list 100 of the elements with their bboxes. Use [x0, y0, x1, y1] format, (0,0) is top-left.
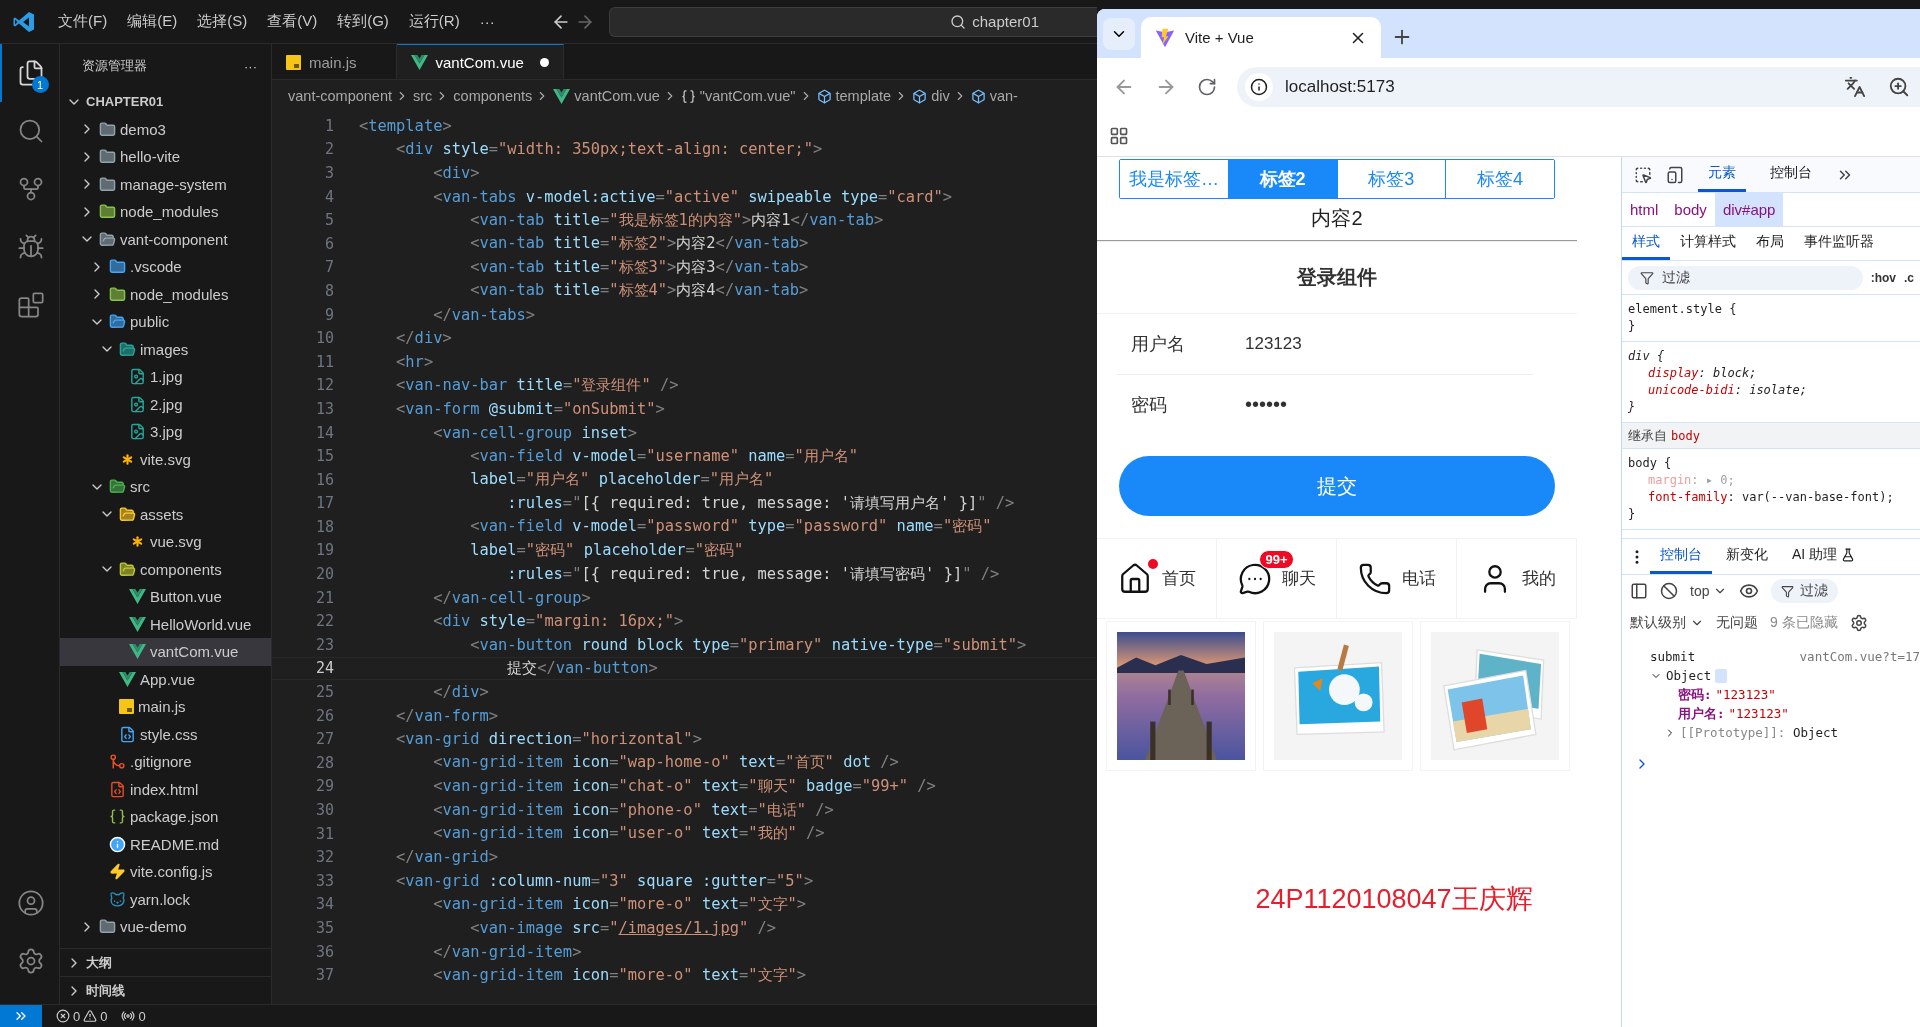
object-node[interactable]: Object [1650, 666, 1920, 685]
breadcrumb-item[interactable]: src [395, 88, 433, 104]
breadcrumb-item[interactable]: vantCom.vue [535, 88, 660, 104]
drawer-tab[interactable]: AI 助理 [1782, 539, 1866, 574]
translate-icon[interactable] [1844, 75, 1866, 98]
breadcrumb-item[interactable]: "vantCom.vue" [662, 88, 796, 104]
file-tree-item[interactable]: vite.config.js [60, 858, 271, 886]
file-tree-item[interactable]: vantCom.vue [60, 638, 271, 666]
file-tree-item[interactable]: App.vue [60, 665, 271, 693]
file-tree-item[interactable]: index.html [60, 775, 271, 803]
hover-state-button[interactable]: :hov [1870, 270, 1896, 285]
eye-icon[interactable] [1739, 581, 1760, 601]
password-field[interactable]: •••••• [1243, 392, 1519, 417]
breadcrumb-item[interactable]: vant-component [288, 88, 392, 104]
log-level-select[interactable]: 默认级别 [1630, 614, 1704, 632]
file-tree-item[interactable]: components [60, 555, 271, 583]
file-tree-item[interactable]: manage-system [60, 170, 271, 198]
code-line: <template> [359, 116, 452, 135]
line-number: 27 [314, 730, 334, 749]
tab[interactable]: 我是标签… [1120, 160, 1229, 198]
remote-button[interactable] [0, 1005, 42, 1027]
grid-item[interactable]: 99+ 聊天 [1217, 539, 1337, 619]
dom-breadcrumb[interactable]: div#app [1714, 193, 1784, 226]
menu-item[interactable]: 编辑(E) [119, 8, 186, 35]
file-tree-item[interactable]: .vscode [60, 253, 271, 281]
console-filter-field[interactable]: 过滤 [1771, 579, 1839, 603]
file-tree-item[interactable]: images [60, 335, 271, 363]
file-tree-item[interactable]: src [60, 473, 271, 501]
zoom-icon[interactable] [1888, 75, 1910, 98]
filter-field[interactable]: 过滤 [1628, 265, 1863, 290]
device-toolbar-icon[interactable] [1666, 165, 1684, 184]
menu-item[interactable]: 转到(G) [329, 8, 397, 35]
panel-section-header[interactable]: 大纲 [60, 948, 271, 976]
styles-tab[interactable]: 样式 [1622, 227, 1670, 260]
ports-button[interactable]: 0 [121, 1008, 146, 1024]
command-center[interactable]: chapter01 [608, 6, 1097, 37]
file-tree-item[interactable]: public [60, 308, 271, 336]
vscode-logo-icon [12, 9, 36, 34]
browser-tab[interactable]: Vite + Vue [1141, 17, 1381, 58]
breadcrumb-item[interactable]: template [798, 88, 892, 104]
class-button[interactable]: .c [1904, 270, 1914, 285]
devtools-tab[interactable]: 控制台 [1760, 157, 1822, 192]
more-menu[interactable]: ··· [471, 9, 503, 34]
file-tree-item[interactable]: vite.svg [60, 445, 271, 473]
source-link[interactable]: vantCom.vue?t=17 [1799, 647, 1920, 666]
workspace-root[interactable]: CHAPTER01 [60, 88, 271, 116]
menu-item[interactable]: 运行(R) [400, 8, 468, 35]
file-tree-item[interactable]: vant-component [60, 225, 271, 253]
drawer-tab[interactable]: 控制台 [1650, 539, 1712, 574]
clear-icon[interactable] [1660, 582, 1678, 600]
file-tree-item[interactable]: yarn.lock [60, 885, 271, 913]
styles-tab[interactable]: 事件监听器 [1794, 227, 1884, 260]
grid-item[interactable]: 我的 [1457, 539, 1577, 619]
issues-button[interactable]: 无问题 [1716, 614, 1758, 632]
reload-icon[interactable] [1197, 76, 1217, 97]
breadcrumb-item[interactable]: van- [952, 88, 1018, 104]
file-tree-item[interactable]: package.json [60, 803, 271, 831]
file-tree-item[interactable]: 2.jpg [60, 390, 271, 418]
menu-item[interactable]: 文件(F) [50, 8, 116, 35]
address-bar[interactable]: localhost:5173 [1237, 66, 1920, 107]
file-tree-item[interactable]: main.js [60, 693, 271, 721]
breadcrumb-item[interactable]: components [435, 88, 533, 104]
settings-icon[interactable] [1849, 614, 1868, 632]
drawer-tab[interactable]: 新变化 [1716, 539, 1778, 574]
prototype-node[interactable]: [[Prototype]]: Object [1650, 723, 1920, 742]
file-tree-item[interactable]: demo3 [60, 115, 271, 143]
text-field[interactable]: 123123 [1243, 333, 1519, 355]
tab[interactable]: 标签2 [1228, 160, 1338, 198]
styles-tab[interactable]: 计算样式 [1670, 227, 1746, 260]
file-tree-item[interactable]: style.css [60, 720, 271, 748]
file-tree-item[interactable]: vue.svg [60, 528, 271, 556]
editor-tab[interactable]: vantCom.vue [396, 44, 564, 79]
dom-breadcrumb[interactable]: body [1666, 193, 1715, 226]
grid-item[interactable]: 首页 [1097, 539, 1217, 619]
inspect-icon[interactable] [1634, 165, 1652, 184]
file-tree-item[interactable]: HelloWorld.vue [60, 610, 271, 638]
file-tree-item[interactable]: hello-vite [60, 143, 271, 171]
menu-item[interactable]: 选择(S) [189, 8, 256, 35]
site-info-button[interactable] [1245, 72, 1273, 101]
submit-button[interactable]: 提交 [1119, 456, 1555, 516]
file-tree-item[interactable]: Button.vue [60, 583, 271, 611]
file-tree-item[interactable]: README.md [60, 830, 271, 858]
problems-button[interactable]: 0 0 [56, 1008, 108, 1024]
dom-breadcrumb[interactable]: html [1622, 193, 1667, 226]
grid-item[interactable]: 电话 [1337, 539, 1457, 619]
more-actions-button[interactable]: ··· [244, 58, 257, 74]
code-line: </van-grid> [395, 848, 499, 867]
apps-grid-icon[interactable] [1109, 125, 1129, 146]
file-tree-item[interactable]: node_modules [60, 280, 271, 308]
menu-item[interactable]: 查看(V) [259, 8, 326, 35]
styles-tab[interactable]: 布局 [1746, 227, 1794, 260]
breadcrumb-item[interactable]: div [894, 88, 950, 104]
file-tree-item[interactable]: node_modules [60, 198, 271, 226]
context-select[interactable]: top [1690, 583, 1728, 599]
sidebar-icon[interactable] [1630, 582, 1648, 600]
file-tree-item[interactable]: assets [60, 500, 271, 528]
file-tree-item[interactable]: 3.jpg [60, 418, 271, 446]
file-tree-item[interactable]: .gitignore [60, 748, 271, 776]
file-tree-item[interactable]: vue-demo [60, 913, 271, 941]
file-tree-item[interactable]: 1.jpg [60, 363, 271, 391]
